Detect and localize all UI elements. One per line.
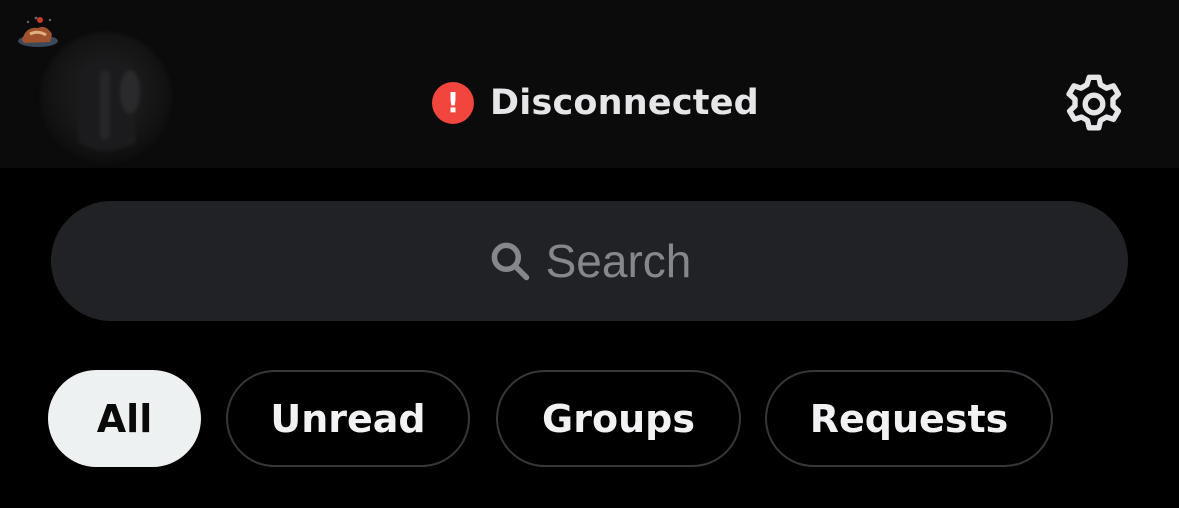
gear-icon bbox=[1066, 74, 1122, 131]
status-sticker-icon bbox=[16, 14, 60, 50]
filter-chip-requests[interactable]: Requests bbox=[765, 370, 1053, 467]
chats-screen: ! Disconnected Search All Unread Groups … bbox=[0, 0, 1179, 508]
avatar bbox=[40, 32, 172, 164]
search-placeholder: Search bbox=[545, 235, 692, 287]
settings-button[interactable] bbox=[1060, 70, 1128, 138]
search-bar[interactable]: Search bbox=[51, 201, 1128, 321]
filter-chip-groups[interactable]: Groups bbox=[496, 370, 741, 467]
connection-status: ! Disconnected bbox=[432, 82, 759, 124]
filter-chip-all[interactable]: All bbox=[48, 370, 201, 467]
search-input[interactable]: Search bbox=[51, 201, 1128, 321]
profile-avatar-button[interactable] bbox=[18, 16, 184, 168]
status-text: Disconnected bbox=[490, 83, 759, 123]
filter-chip-unread[interactable]: Unread bbox=[226, 370, 470, 467]
top-bar: ! Disconnected bbox=[0, 0, 1179, 168]
exclamation-icon: ! bbox=[432, 82, 474, 124]
search-icon bbox=[491, 242, 529, 281]
